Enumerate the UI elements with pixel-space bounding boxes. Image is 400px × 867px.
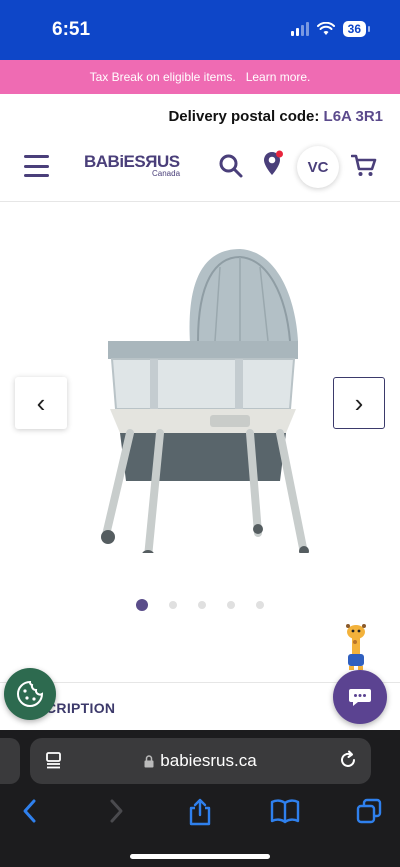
promo-learn-more-link[interactable]: Learn more. bbox=[246, 70, 311, 84]
status-icons: 36 bbox=[290, 21, 371, 37]
babiesrus-logo[interactable]: BABiESЯUS Canada bbox=[84, 152, 180, 178]
chevron-left-icon: ‹ bbox=[36, 387, 46, 418]
postal-code: L6A 3R1 bbox=[323, 108, 383, 125]
carousel-dot[interactable] bbox=[198, 601, 206, 609]
chevron-right-icon: › bbox=[354, 387, 364, 418]
search-icon[interactable] bbox=[218, 153, 244, 179]
promo-banner: Tax Break on eligible items. Learn more. bbox=[0, 60, 400, 94]
cellular-signal-icon bbox=[290, 22, 309, 36]
product-image-gallery: ‹ › bbox=[0, 203, 400, 623]
carousel-dot[interactable] bbox=[136, 599, 148, 611]
account-avatar[interactable]: VC bbox=[297, 146, 339, 188]
url-text: babiesrus.ca bbox=[160, 751, 257, 770]
lock-icon bbox=[144, 754, 154, 767]
logo-country: Canada bbox=[152, 169, 181, 178]
chat-bubble-icon bbox=[349, 689, 371, 706]
carousel-next-button[interactable]: › bbox=[333, 377, 385, 429]
reload-icon[interactable] bbox=[338, 750, 358, 770]
tabs-icon[interactable] bbox=[356, 798, 382, 824]
back-icon[interactable] bbox=[20, 798, 40, 824]
bookmarks-icon[interactable] bbox=[270, 798, 300, 824]
status-time: 6:51 bbox=[52, 19, 91, 40]
address-bar[interactable]: babiesrus.ca bbox=[30, 738, 371, 784]
forward-icon[interactable] bbox=[106, 798, 126, 824]
cookie-settings-button[interactable] bbox=[4, 668, 56, 720]
cookie-icon bbox=[17, 680, 44, 707]
giraffe-mascot-icon bbox=[346, 624, 366, 670]
hamburger-menu-icon[interactable] bbox=[24, 155, 49, 177]
site-header: BABiESЯUS Canada VC bbox=[0, 140, 400, 202]
status-bar: 6:51 36 bbox=[0, 0, 400, 60]
delivery-label: Delivery postal code: bbox=[168, 108, 320, 125]
share-icon[interactable] bbox=[187, 798, 213, 826]
wifi-icon bbox=[316, 22, 335, 35]
chat-support-button[interactable] bbox=[333, 670, 387, 724]
promo-text: Tax Break on eligible items. bbox=[89, 70, 236, 84]
home-indicator bbox=[130, 854, 270, 859]
cart-icon[interactable] bbox=[351, 154, 377, 178]
store-locator-pin-icon[interactable] bbox=[262, 150, 284, 178]
carousel-pagination bbox=[136, 599, 264, 611]
url-display: babiesrus.ca bbox=[30, 751, 371, 771]
browser-toolbar bbox=[0, 798, 400, 828]
carousel-dot[interactable] bbox=[169, 601, 177, 609]
previous-tab-preview[interactable] bbox=[0, 738, 20, 784]
delivery-postal-code[interactable]: Delivery postal code: L6A 3R1 bbox=[168, 108, 383, 125]
carousel-dot[interactable] bbox=[256, 601, 264, 609]
carousel-prev-button[interactable]: ‹ bbox=[15, 377, 67, 429]
description-heading: CRIPTION bbox=[46, 700, 116, 716]
browser-chrome: babiesrus.ca bbox=[0, 730, 400, 867]
product-image-bassinet[interactable] bbox=[90, 223, 320, 553]
battery-icon: 36 bbox=[342, 21, 371, 37]
carousel-dot[interactable] bbox=[227, 601, 235, 609]
